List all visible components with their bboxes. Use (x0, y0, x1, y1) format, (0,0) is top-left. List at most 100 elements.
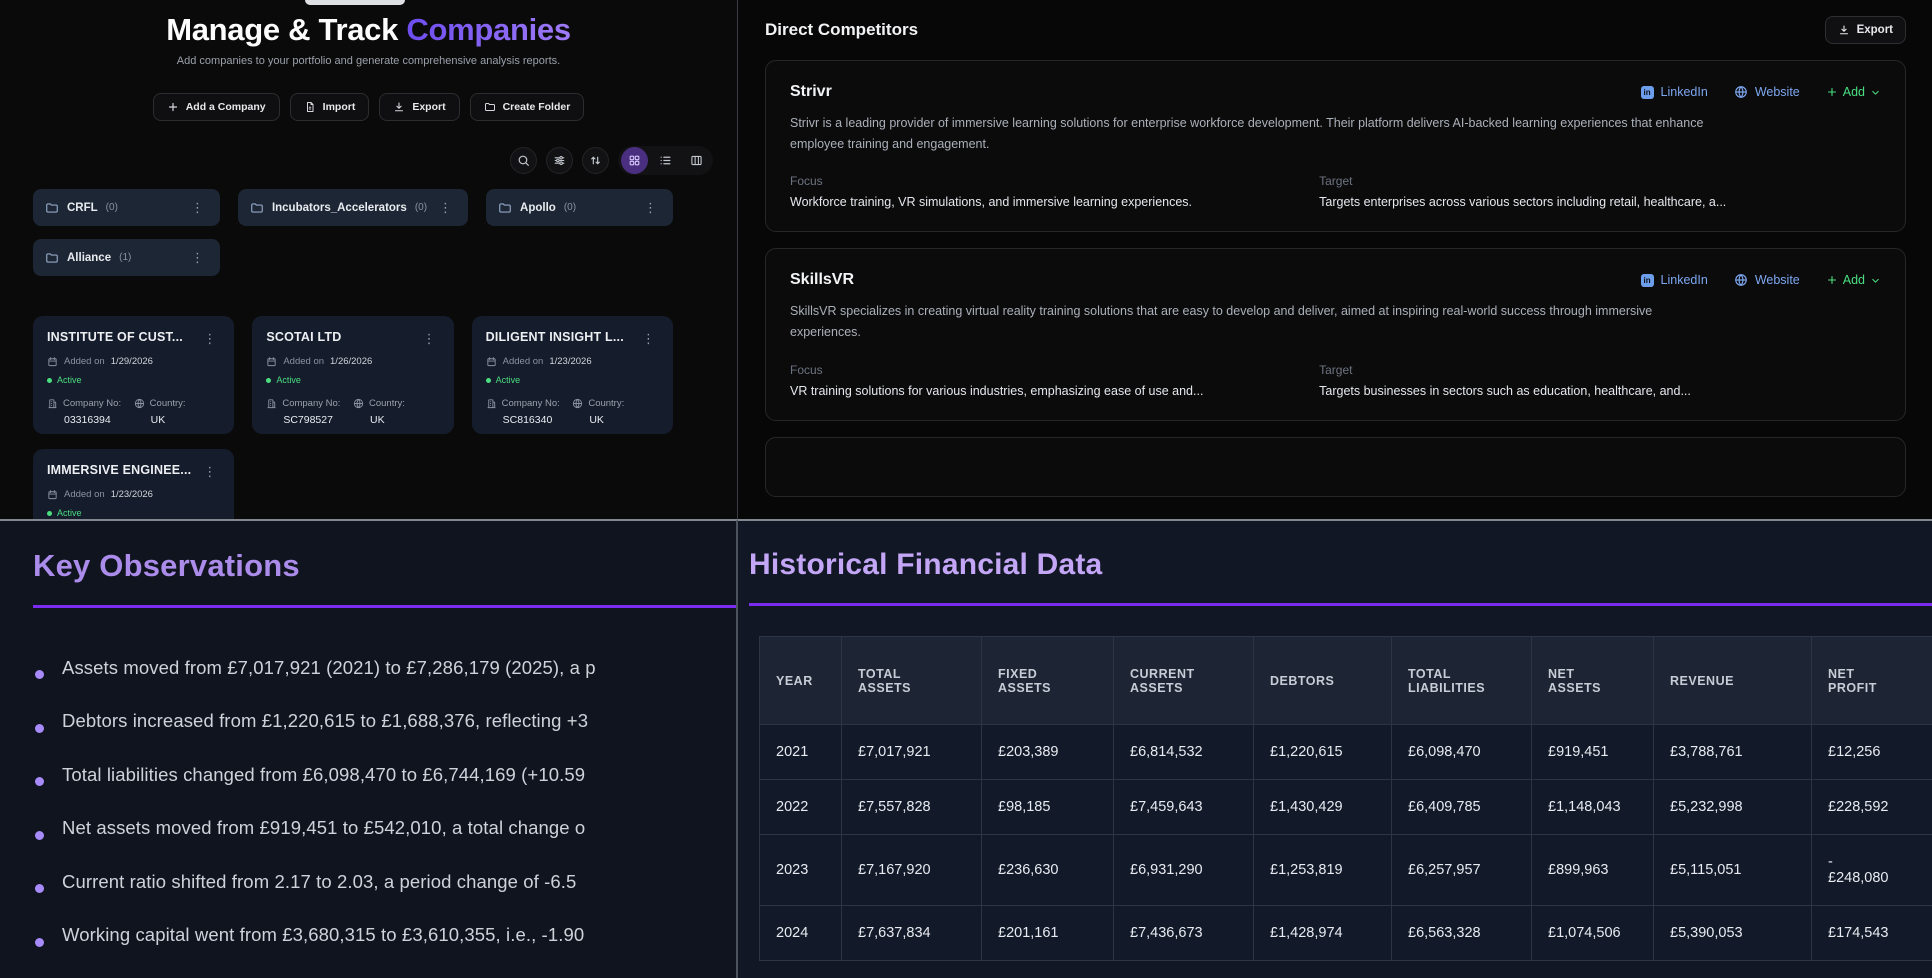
observation-text: Total liabilities changed from £6,098,47… (62, 764, 585, 786)
sort-button[interactable] (582, 147, 609, 174)
kebab-icon[interactable] (435, 199, 456, 216)
added-on-date: 1/26/2026 (330, 356, 372, 367)
website-label: Website (1755, 85, 1800, 99)
add-company-button[interactable]: Add a Company (153, 93, 280, 121)
table-cell: £228,592 (1812, 780, 1932, 835)
kebab-icon[interactable] (197, 330, 220, 347)
target-value: Targets enterprises across various secto… (1319, 195, 1881, 209)
observation-item: Assets moved from £7,017,921 (2021) to £… (35, 641, 736, 695)
list-view-button[interactable] (652, 147, 679, 174)
plus-icon (1826, 86, 1838, 98)
folders-grid: CRFL (0) Incubators_Accelerators (0) Apo… (33, 189, 673, 276)
company-card[interactable]: INSTITUTE OF CUST... Added on 1/29/2026 … (33, 316, 234, 434)
filter-button[interactable] (546, 147, 573, 174)
status-label: Active (496, 375, 521, 385)
company-card[interactable]: DILIGENT INSIGHT L... Added on 1/23/2026… (472, 316, 673, 434)
linkedin-link[interactable]: LinkedIn (1641, 85, 1708, 99)
competitor-card-skillsvr: SkillsVR LinkedIn Website Add (765, 248, 1906, 420)
company-no-label: Company No: (63, 398, 121, 409)
sliders-icon (553, 154, 566, 167)
observations-list: Assets moved from £7,017,921 (2021) to £… (35, 641, 736, 962)
added-on-label: Added on (503, 356, 544, 367)
focus-label: Focus (790, 174, 1319, 188)
status-dot-icon (47, 511, 52, 516)
columns-icon (690, 154, 703, 167)
import-label: Import (323, 101, 356, 113)
folder-icon (250, 201, 264, 215)
column-header: NET ASSETS (1532, 637, 1654, 725)
target-value: Targets businesses in sectors such as ed… (1319, 384, 1881, 398)
table-cell: £1,148,043 (1532, 780, 1654, 835)
column-header: DEBTORS (1254, 637, 1392, 725)
target-label: Target (1319, 174, 1881, 188)
company-no-value: SC798527 (283, 414, 353, 426)
search-button[interactable] (510, 147, 537, 174)
observation-text: Net assets moved from £919,451 to £542,0… (62, 817, 585, 839)
country-label: Country: (150, 398, 186, 409)
globe-icon (1734, 273, 1748, 287)
website-link[interactable]: Website (1734, 85, 1800, 99)
add-dropdown-button[interactable]: Add (1826, 85, 1881, 99)
country-value: UK (589, 414, 659, 426)
table-view-button[interactable] (683, 147, 710, 174)
calendar-icon (47, 356, 58, 367)
competitor-card-partial (765, 437, 1906, 497)
import-button[interactable]: Import (290, 93, 370, 121)
folder-card-incubators[interactable]: Incubators_Accelerators (0) (238, 189, 468, 226)
focus-value: VR training solutions for various indust… (790, 384, 1319, 398)
folder-name: Alliance (67, 252, 111, 264)
kebab-icon[interactable] (417, 330, 440, 347)
create-folder-button[interactable]: Create Folder (470, 93, 585, 121)
table-cell: £1,220,615 (1254, 725, 1392, 780)
calendar-icon (486, 356, 497, 367)
linkedin-link[interactable]: LinkedIn (1641, 273, 1708, 287)
add-dropdown-button[interactable]: Add (1826, 273, 1881, 287)
company-card-partial[interactable]: IMMERSIVE ENGINEE... Added on 1/23/2026 … (33, 449, 234, 519)
sort-icon (589, 154, 602, 167)
company-no-value: 03316394 (64, 414, 134, 426)
column-header: FIXED ASSETS (982, 637, 1114, 725)
kebab-icon[interactable] (636, 330, 659, 347)
grid-view-button[interactable] (621, 147, 648, 174)
status-badge: Active (47, 375, 220, 385)
kebab-icon[interactable] (187, 199, 208, 216)
status-label: Active (57, 375, 82, 385)
table-row: 2023 £7,167,920 £236,630 £6,931,290 £1,2… (760, 835, 1932, 906)
website-link[interactable]: Website (1734, 273, 1800, 287)
added-on-label: Added on (283, 356, 324, 367)
competitors-export-button[interactable]: Export (1825, 16, 1906, 44)
section-title: Key Observations (33, 548, 736, 584)
status-label: Active (276, 375, 301, 385)
status-badge: Active (47, 508, 220, 518)
table-cell: - £248,080 (1812, 835, 1932, 906)
add-label: Add (1843, 85, 1865, 99)
column-header: CURRENT ASSETS (1114, 637, 1254, 725)
table-cell: £919,451 (1532, 725, 1654, 780)
folder-card-crfl[interactable]: CRFL (0) (33, 189, 220, 226)
export-label: Export (412, 101, 445, 113)
folder-card-apollo[interactable]: Apollo (0) (486, 189, 673, 226)
column-header: REVENUE (1654, 637, 1812, 725)
section-underline (33, 605, 736, 608)
added-on-date: 1/29/2026 (111, 356, 153, 367)
table-cell: £201,161 (982, 906, 1114, 961)
table-cell: £1,430,429 (1254, 780, 1392, 835)
kebab-icon[interactable] (197, 463, 220, 480)
table-row: 2024 £7,637,834 £201,161 £7,436,673 £1,4… (760, 906, 1932, 961)
table-row: 2022 £7,557,828 £98,185 £7,459,643 £1,43… (760, 780, 1932, 835)
focus-label: Focus (790, 363, 1319, 377)
linkedin-label: LinkedIn (1661, 85, 1708, 99)
kebab-icon[interactable] (640, 199, 661, 216)
export-button[interactable]: Export (379, 93, 459, 121)
folder-card-alliance[interactable]: Alliance (1) (33, 239, 220, 276)
table-cell: £1,074,506 (1532, 906, 1654, 961)
folder-icon (45, 201, 59, 215)
kebab-icon[interactable] (187, 249, 208, 266)
table-cell: 2023 (760, 835, 842, 906)
company-no-label: Company No: (502, 398, 560, 409)
table-cell: £7,017,921 (842, 725, 982, 780)
observation-item: Net assets moved from £919,451 to £542,0… (35, 802, 736, 856)
chevron-down-icon (1870, 275, 1881, 286)
company-card[interactable]: SCOTAI LTD Added on 1/26/2026 Active (252, 316, 453, 434)
linkedin-label: LinkedIn (1661, 273, 1708, 287)
